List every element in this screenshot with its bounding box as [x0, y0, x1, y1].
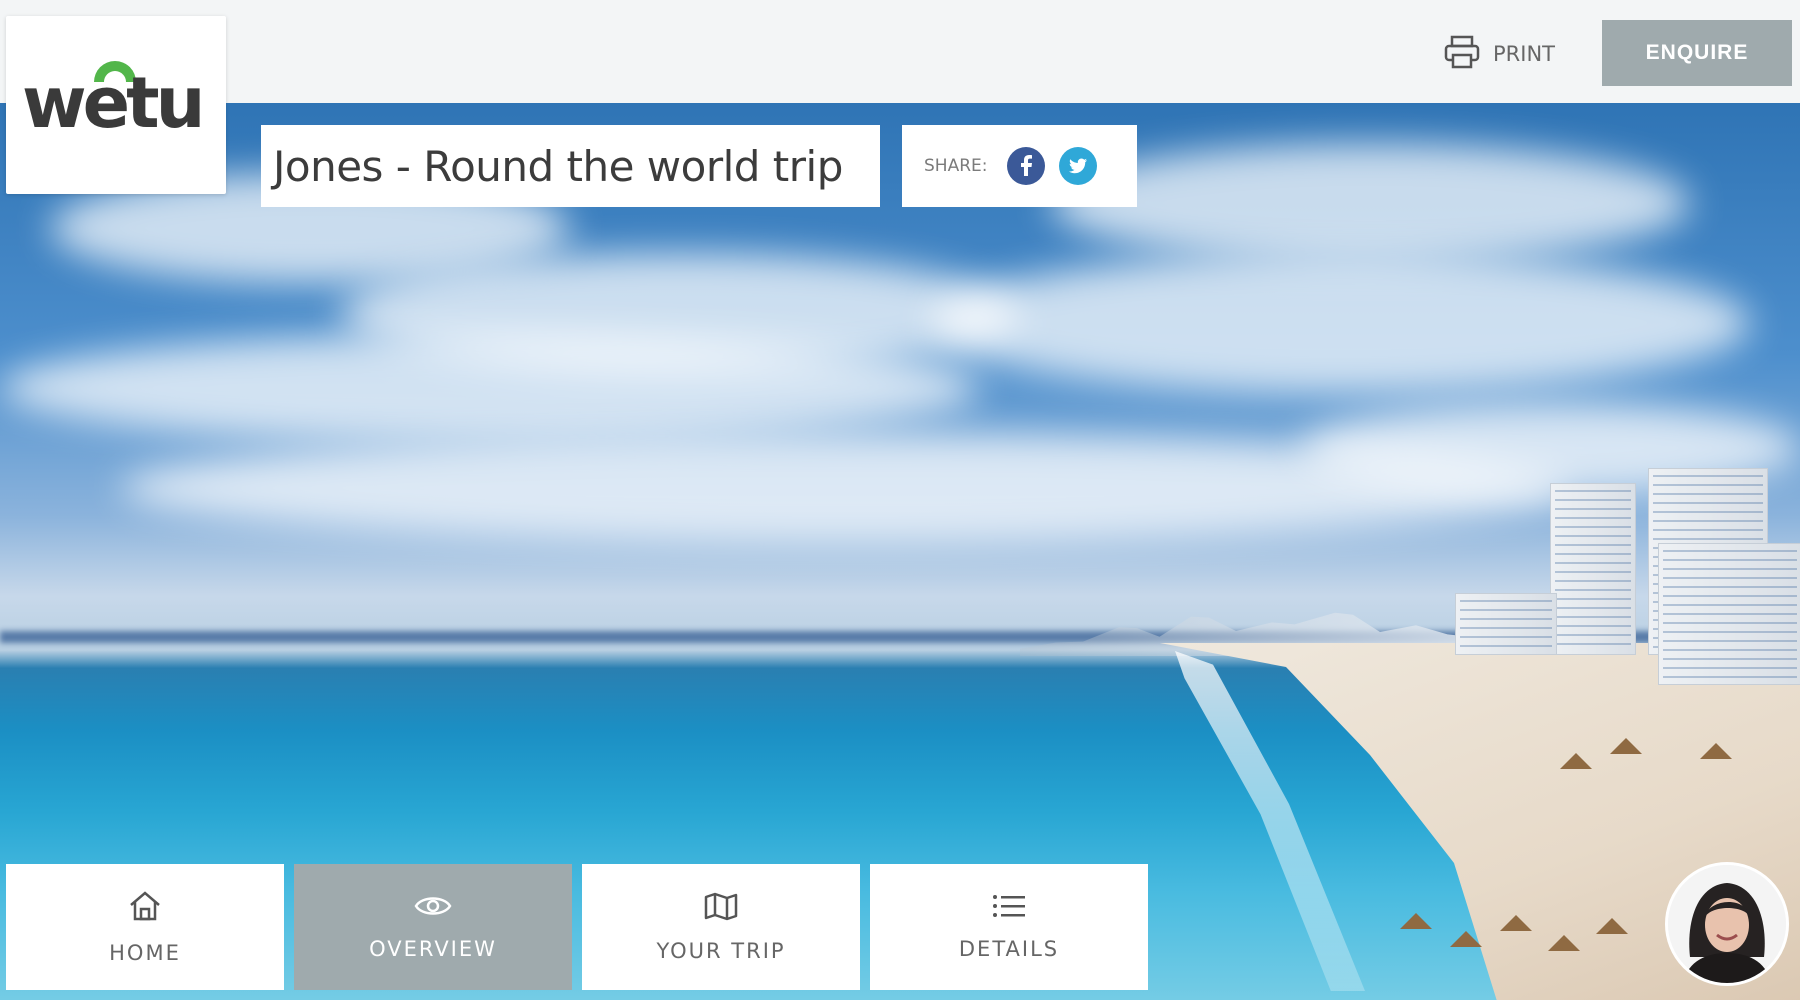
share-label: SHARE: [924, 156, 988, 176]
print-button[interactable]: PRINT [1443, 35, 1555, 74]
printer-icon [1443, 35, 1481, 74]
nav-details[interactable]: DETAILS [870, 864, 1148, 990]
bottom-nav: HOME OVERVIEW YOUR TRIP DETAILS [6, 864, 1151, 990]
hotel-tower [1550, 483, 1636, 655]
home-icon [127, 889, 163, 928]
cloud [0, 333, 980, 443]
consultant-avatar[interactable] [1665, 862, 1789, 986]
eye-icon [414, 893, 452, 924]
trip-title-box: Jones - Round the world trip [261, 125, 880, 207]
twitter-icon[interactable] [1059, 147, 1098, 185]
beach-umbrella [1400, 913, 1432, 929]
nav-home-label: HOME [109, 941, 181, 965]
beach-umbrella [1560, 753, 1592, 769]
list-icon [991, 893, 1027, 924]
nav-your-trip[interactable]: YOUR TRIP [582, 864, 860, 990]
trip-title: Jones - Round the world trip [273, 141, 843, 191]
cloud [1050, 143, 1690, 263]
nav-overview[interactable]: OVERVIEW [294, 864, 572, 990]
hotel-building [1455, 593, 1557, 655]
print-label: PRINT [1493, 42, 1555, 66]
share-box: SHARE: [902, 125, 1137, 207]
logo-text: wetu [22, 62, 205, 144]
facebook-icon[interactable] [1007, 147, 1046, 185]
cloud [930, 253, 1750, 393]
nav-home[interactable]: HOME [6, 864, 284, 990]
beach-umbrella [1700, 743, 1732, 759]
map-icon [703, 891, 739, 926]
nav-overview-label: OVERVIEW [369, 937, 497, 961]
hotel-tower [1658, 543, 1800, 685]
nav-your-trip-label: YOUR TRIP [656, 939, 786, 963]
beach-umbrella [1500, 915, 1532, 931]
beach-umbrella [1596, 918, 1628, 934]
logo-card[interactable]: wetu [6, 16, 226, 194]
beach-umbrella [1450, 931, 1482, 947]
enquire-button[interactable]: ENQUIRE [1602, 20, 1792, 86]
nav-details-label: DETAILS [958, 937, 1060, 961]
beach-umbrella [1610, 738, 1642, 754]
beach-umbrella [1548, 935, 1580, 951]
